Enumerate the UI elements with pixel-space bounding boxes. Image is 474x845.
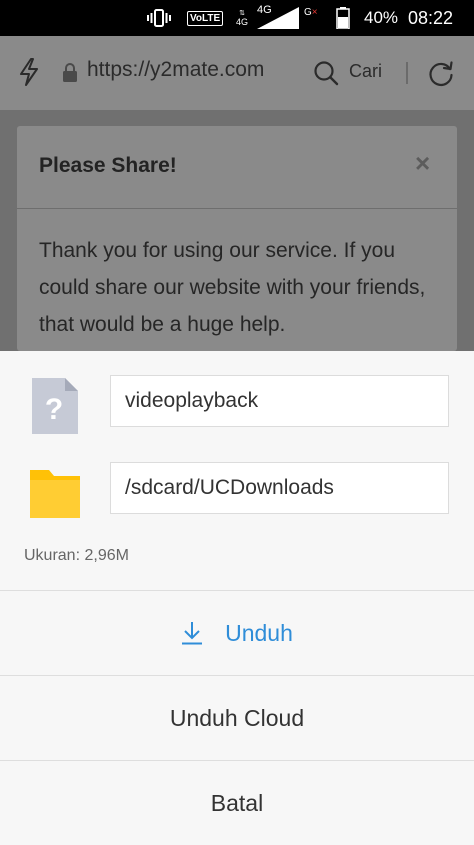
dialog-divider: [17, 208, 457, 209]
battery-icon: [336, 0, 350, 36]
network-type-1: 4G: [236, 17, 249, 27]
volte-badge: VoLTE: [187, 10, 224, 26]
lightning-icon[interactable]: [18, 58, 40, 91]
close-icon[interactable]: ×: [415, 148, 430, 179]
file-unknown-icon: ?: [32, 378, 78, 434]
file-icon-symbol: ?: [45, 393, 63, 426]
download-sheet: ? videoplayback /sdcard/UCDownloads Ukur…: [0, 351, 474, 845]
dialog-title: Please Share!: [39, 154, 177, 177]
folder-icon[interactable]: [30, 468, 80, 518]
search-label[interactable]: Cari: [349, 61, 382, 82]
network-type-2: 4G: [257, 4, 272, 16]
file-size: Ukuran: 2,96M: [24, 547, 129, 564]
cloud-download-button[interactable]: Unduh Cloud: [0, 676, 474, 760]
filename-input[interactable]: videoplayback: [110, 375, 449, 427]
path-input[interactable]: /sdcard/UCDownloads: [110, 462, 449, 514]
clock: 08:22: [408, 7, 454, 28]
search-icon[interactable]: [313, 60, 339, 91]
share-dialog: Please Share! × Thank you for using our …: [17, 126, 457, 351]
battery-percent: 40%: [364, 8, 399, 27]
browser-toolbar: https://y2mate.com Cari: [0, 36, 474, 110]
toolbar-divider: [406, 62, 408, 84]
refresh-icon[interactable]: [427, 60, 455, 93]
no-signal-mark: ×: [311, 6, 318, 18]
download-label: Unduh: [225, 619, 293, 646]
dialog-message: Thank you for using our service. If you …: [39, 239, 426, 336]
cancel-button[interactable]: Batal: [0, 761, 474, 845]
lock-icon: [62, 63, 78, 88]
signal-2-label: G: [304, 6, 312, 18]
download-button[interactable]: Unduh: [0, 591, 474, 675]
download-icon: [181, 621, 203, 645]
url-bar[interactable]: https://y2mate.com: [87, 58, 293, 82]
status-bar: VoLTE ⇅ 4G 4G G × 40% 08:22: [0, 0, 474, 36]
vibrate-icon: [147, 0, 171, 36]
